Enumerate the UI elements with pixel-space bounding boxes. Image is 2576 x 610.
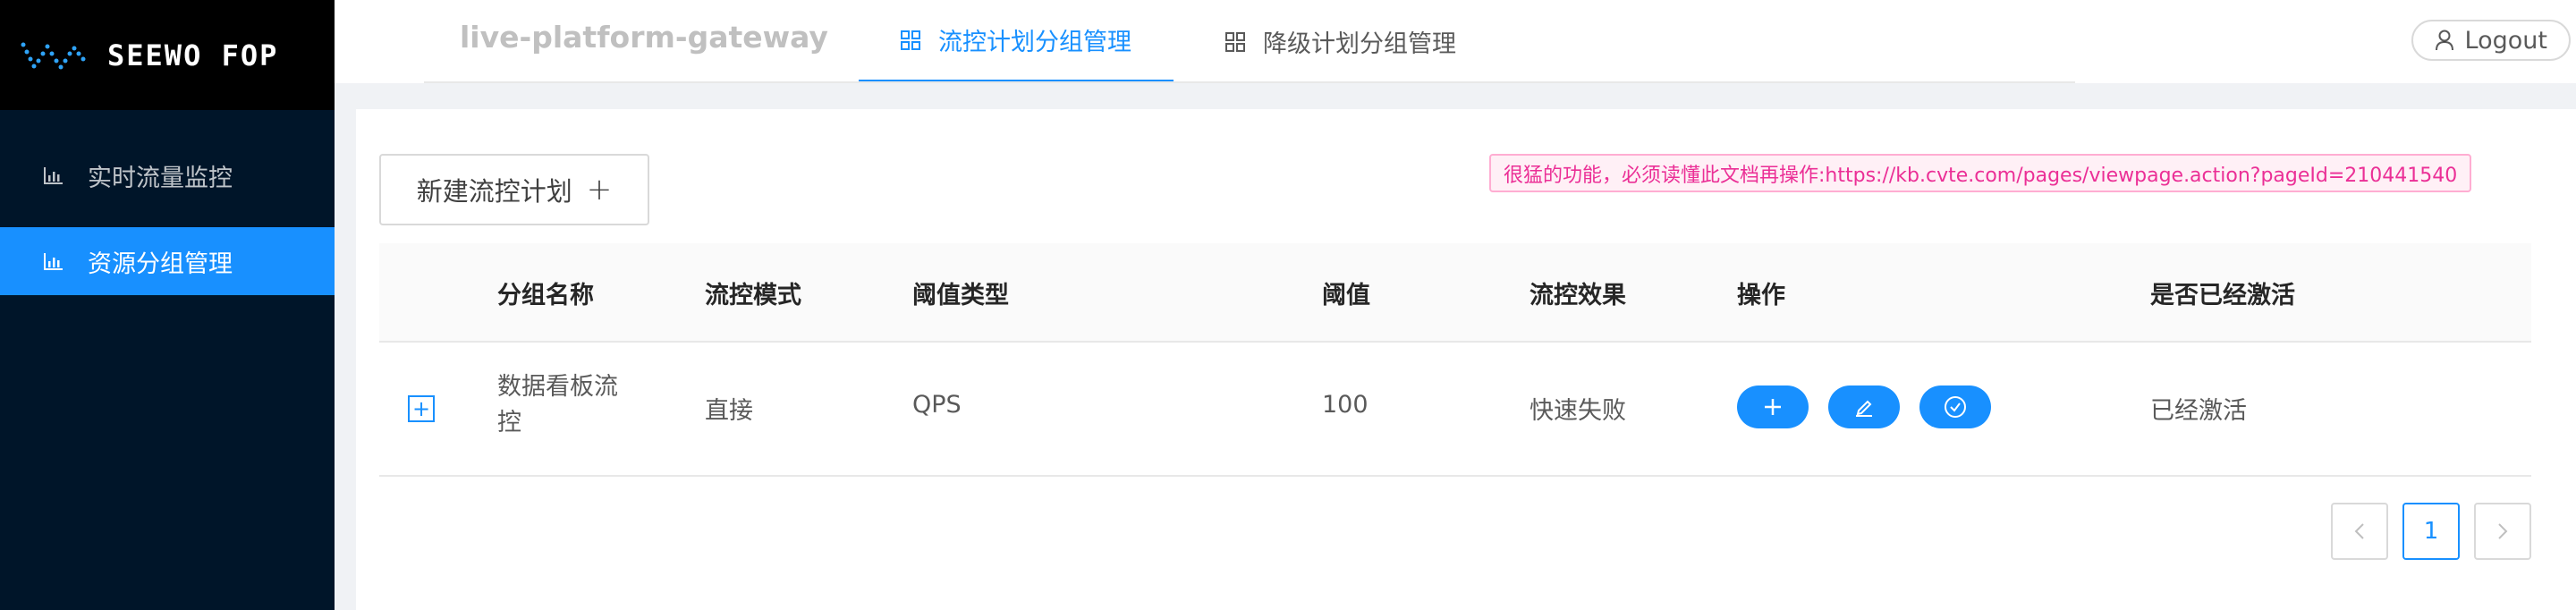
chevron-right-icon [2498,523,2508,539]
column-header-effect[interactable]: 流控效果 [1530,275,1626,310]
top-header: live-platform-gateway 流控计划分组管理 降级计划分组管理 … [335,0,2576,83]
add-button[interactable] [1737,385,1809,428]
app-name: live-platform-gateway [460,20,828,55]
sidebar-item-label: 实时流量监控 [88,164,233,192]
sidebar-item-resource-groups[interactable]: 资源分组管理 [0,227,335,295]
table-row: + 数据看板流控 直接 QPS 100 快速失败 已经激活 [379,343,2531,477]
cell-threshold-type: QPS [912,391,962,419]
prev-page-button[interactable] [2331,503,2388,560]
cell-effect: 快速失败 [1530,397,1626,425]
edit-icon [1856,400,1872,417]
chevron-left-icon [2354,523,2364,539]
cell-mode: 直接 [705,397,753,425]
tab-flow-control-groups[interactable]: 流控计划分组管理 [859,0,1174,83]
page-1-button[interactable]: 1 [2402,503,2460,560]
user-icon [2435,30,2453,51]
flow-group-table: 分组名称 流控模式 阈值类型 阈值 流控效果 操作 是否已经激活 + 数据看板流… [379,243,2531,477]
appstore-icon [901,30,920,50]
sidebar-menu: 实时流量监控 资源分组管理 [0,141,335,295]
tab-label: 流控计划分组管理 [938,29,1131,56]
cell-group-name: 数据看板流控 [497,373,618,436]
bar-chart-icon [44,167,63,184]
table-header: 分组名称 流控模式 阈值类型 阈值 流控效果 操作 是否已经激活 [379,243,2531,343]
plus-icon: + [586,172,613,208]
new-flow-plan-label: 新建流控计划 [416,176,572,207]
cell-threshold: 100 [1322,391,1368,419]
column-header-threshold-type[interactable]: 阈值类型 [912,275,1009,310]
add-icon [1765,399,1781,415]
logo-text: SEEWO FOP [107,38,279,72]
tab-label: 降级计划分组管理 [1263,30,1456,58]
tab-degrade-groups[interactable]: 降级计划分组管理 [1225,0,1456,83]
new-flow-plan-button[interactable]: 新建流控计划 + [379,154,649,225]
wave-logo-icon [21,42,86,69]
column-header-threshold[interactable]: 阈值 [1322,275,1370,310]
cell-activated: 已经激活 [2150,397,2247,425]
sidebar-item-realtime-monitor[interactable]: 实时流量监控 [0,141,335,209]
next-page-button[interactable] [2474,503,2531,560]
logo[interactable]: SEEWO FOP [0,0,335,110]
edit-button[interactable] [1828,385,1900,428]
expand-row-icon[interactable]: + [408,395,435,422]
bar-chart-icon [44,253,63,270]
column-header-actions[interactable]: 操作 [1737,275,1785,310]
appstore-icon [1225,31,1245,52]
header-divider [424,81,2075,83]
logout-label: Logout [2464,26,2547,55]
warning-notice-tag: 很猛的功能，必须读懂此文档再操作:https://kb.cvte.com/pag… [1489,154,2472,192]
activate-button[interactable] [1919,385,1991,428]
logout-button[interactable]: Logout [2411,20,2571,61]
column-header-group-name[interactable]: 分组名称 [497,275,594,310]
main-content: 新建流控计划 + 很猛的功能，必须读懂此文档再操作:https://kb.cvt… [356,109,2576,610]
column-header-activated[interactable]: 是否已经激活 [2150,275,2295,310]
check-circle-icon [1945,396,1966,418]
sidebar: SEEWO FOP 实时流量监控 资源分组管理 [0,0,335,610]
sidebar-item-label: 资源分组管理 [88,250,233,278]
column-header-mode[interactable]: 流控模式 [705,275,801,310]
